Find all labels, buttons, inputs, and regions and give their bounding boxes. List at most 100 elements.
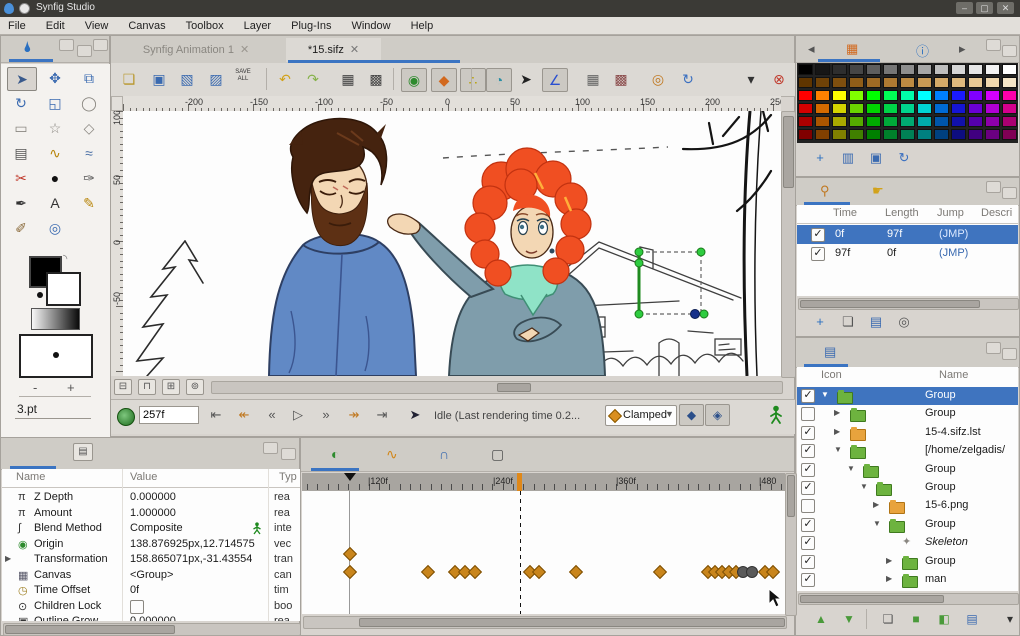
keyframe-diamond[interactable] (568, 564, 584, 580)
column-header-name[interactable]: Name (939, 369, 968, 381)
param-value[interactable]: 138.876925px,12.714575 (130, 538, 255, 550)
palette-swatch[interactable] (917, 90, 932, 101)
expander-right-icon[interactable]: ▶ (5, 554, 11, 563)
palette-swatch[interactable] (1002, 90, 1017, 101)
param-row[interactable]: ▶ Transformation 158.865071px,-31.43554 tra… (2, 552, 300, 567)
palette-swatch[interactable] (849, 77, 864, 88)
palette-swatch[interactable] (1002, 103, 1017, 114)
palette-swatch[interactable] (798, 90, 813, 101)
layer-visible-checkbox[interactable]: ✓ (801, 462, 815, 477)
layer-visible-checkbox[interactable]: ✓ (801, 425, 815, 440)
column-header-time[interactable]: Time (833, 207, 857, 219)
tool-rotate-icon[interactable]: ↻ (7, 92, 35, 114)
layer-row[interactable]: ✓ ✦ Skeleton (797, 534, 1018, 552)
layer-row[interactable]: ✓ ▶ 15-4.sifz.lst (797, 424, 1018, 442)
palette-swatch[interactable] (1002, 77, 1017, 88)
tab-history-icon[interactable]: ☛ (872, 183, 884, 199)
dock-widget[interactable] (986, 342, 1001, 354)
onion-skin-icon[interactable]: ◎ (646, 68, 670, 90)
param-value[interactable]: 0.000000 (130, 491, 176, 503)
keyframe-export-button[interactable]: ▤ (864, 312, 888, 332)
dock-widget[interactable] (986, 181, 1001, 193)
dock-widget[interactable] (986, 39, 1001, 51)
tool-polygon-icon[interactable]: ◇ (75, 117, 103, 139)
layer-visible-checkbox[interactable]: ✓ (801, 536, 815, 551)
param-row[interactable]: ⊙ Children Lock boo (2, 599, 300, 614)
dock-widget[interactable] (1002, 187, 1017, 199)
palette-swatch[interactable] (917, 103, 932, 114)
param-value[interactable]: 0f (130, 584, 139, 596)
grid-toggle-button[interactable]: ⊞ (162, 379, 180, 395)
tool-width-icon[interactable]: ≈ (75, 142, 103, 164)
palette-swatch[interactable] (815, 116, 830, 127)
keyframes-hscrollbar-thumb[interactable] (800, 300, 980, 308)
layer-row[interactable]: ✓ ▼ Group (797, 387, 1018, 405)
palette-swatch[interactable] (934, 90, 949, 101)
preview-icon[interactable]: ▩ (364, 68, 388, 90)
layer-row[interactable]: ✓ ▼ Group (797, 479, 1018, 497)
bg-color-swatch[interactable] (46, 272, 81, 306)
palette-swatch[interactable] (951, 90, 966, 101)
palette-swatch[interactable] (883, 64, 898, 75)
palette-open-button[interactable]: ▥ (836, 148, 860, 168)
brush-preview[interactable] (19, 334, 93, 378)
layer-visible-checkbox[interactable]: ✓ (801, 444, 815, 459)
palette-swatch[interactable] (985, 64, 1000, 75)
menu-plugins[interactable]: Plug-Ins (291, 20, 331, 32)
keyframe-add-button[interactable]: + (808, 312, 832, 332)
param-value[interactable]: Composite (130, 522, 183, 534)
menu-canvas[interactable]: Canvas (128, 20, 165, 32)
canvas-hscrollbar-thumb[interactable] (497, 383, 531, 392)
tab-children-icon[interactable]: ∩ (439, 446, 449, 462)
palette-swatch[interactable] (917, 77, 932, 88)
column-header-value[interactable]: Value (130, 471, 157, 483)
palette-swatch[interactable] (866, 103, 881, 114)
menu-layer[interactable]: Layer (244, 20, 272, 32)
palette-next[interactable]: ▸ (959, 41, 966, 57)
dock-widget[interactable] (263, 442, 278, 454)
layer-row[interactable]: ▶ Group (797, 405, 1018, 423)
layer-row[interactable]: ✓ ▶ man (797, 571, 1018, 589)
palette-add-button[interactable]: + (808, 148, 832, 168)
column-header-typ[interactable]: Typ (279, 471, 297, 483)
tab-close-icon[interactable]: ✕ (240, 44, 249, 56)
expander-right-icon[interactable]: ▶ (886, 556, 892, 565)
param-value[interactable]: <Group> (130, 569, 173, 581)
palette-swatch[interactable] (934, 103, 949, 114)
palette-swatch[interactable] (951, 116, 966, 127)
tool-draw-icon[interactable]: ✎ (75, 192, 103, 214)
camera-button[interactable]: ⊚ (186, 379, 204, 395)
snap-grid-icon[interactable]: ▩ (609, 68, 633, 90)
palette-swatch[interactable] (968, 129, 983, 140)
timetrack-ruler[interactable]: |120f |240f |360f |480 (302, 473, 785, 492)
keyframe-lock-future-button[interactable]: ◈ (705, 404, 730, 426)
menu-file[interactable]: File (8, 20, 26, 32)
palette-swatch[interactable] (934, 64, 949, 75)
palette-swatch[interactable] (968, 64, 983, 75)
palette-swatch[interactable] (849, 90, 864, 101)
palette-swatch[interactable] (968, 77, 983, 88)
palette-swatch[interactable] (1002, 64, 1017, 75)
toolbox-tab-icon[interactable]: 🌢 (23, 40, 32, 55)
interpolation-select[interactable]: Clamped ▼ (605, 405, 677, 426)
fill-arrow-icon[interactable]: ➤ (514, 68, 538, 90)
tool-brush-icon[interactable]: ✐ (7, 217, 35, 239)
params-hscrollbar-thumb[interactable] (5, 625, 175, 634)
tab-params-icon[interactable]: ▤ (73, 443, 93, 461)
tool-eyedrop-icon[interactable]: ✒ (7, 192, 35, 214)
palette-swatch[interactable] (866, 129, 881, 140)
palette-swatch[interactable] (883, 116, 898, 127)
palette-swatch[interactable] (798, 64, 813, 75)
canvas-vscrollbar-thumb[interactable] (783, 116, 794, 188)
palette-swatch[interactable] (900, 77, 915, 88)
layer-row[interactable]: ✓ ▶ Group (797, 553, 1018, 571)
palette-swatch[interactable] (866, 64, 881, 75)
palette-swatch[interactable] (832, 116, 847, 127)
canvas-tab-2[interactable]: *15.sifz ✕ (286, 38, 381, 62)
keyframe-lock-past-button[interactable]: ◆ (679, 404, 704, 426)
expander-down-icon[interactable]: ▼ (821, 390, 829, 399)
timetrack-hscrollbar[interactable] (303, 616, 787, 629)
column-header-jump[interactable]: Jump (937, 207, 964, 219)
dock-widget[interactable] (1002, 348, 1017, 360)
palette-swatch[interactable] (968, 90, 983, 101)
